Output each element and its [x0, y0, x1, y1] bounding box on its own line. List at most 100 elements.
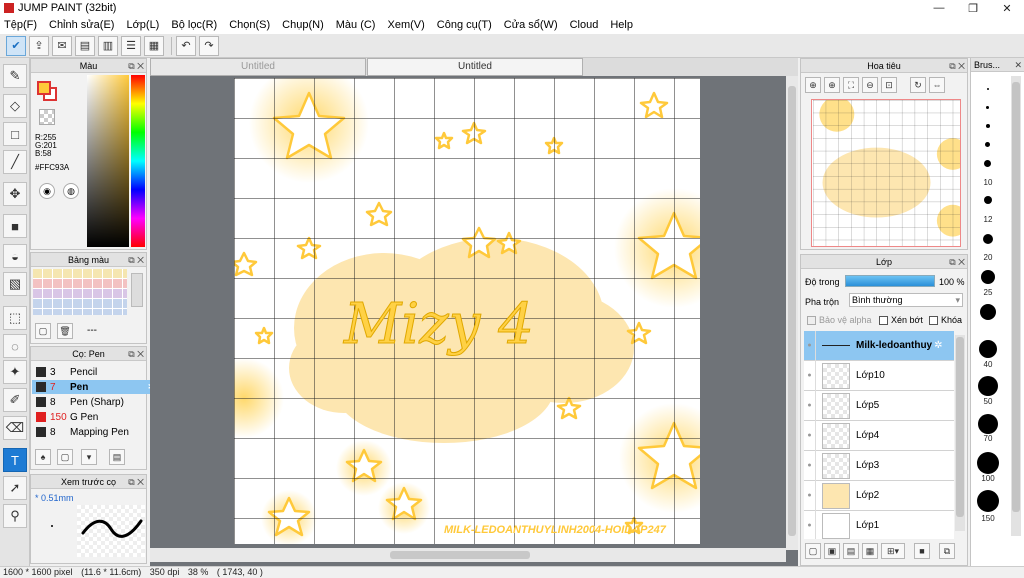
operation-tool-icon[interactable]: ➚ — [3, 476, 27, 500]
layer-row-4[interactable]: ● Lớp4 — [804, 420, 954, 451]
rectangle-tool-icon[interactable]: □ — [3, 122, 27, 146]
brush-item-pen[interactable]: 7Pen✲ — [32, 380, 160, 394]
zoom-out-icon[interactable]: ⊖ — [862, 77, 878, 93]
visibility-icon[interactable]: ● — [804, 480, 816, 511]
brush-item-pencil[interactable]: 3 Pencil — [32, 365, 160, 379]
menu-capture[interactable]: Chụp(N) — [282, 19, 324, 31]
menu-view[interactable]: Xem(V) — [387, 19, 424, 31]
undo-icon[interactable]: ↶ — [176, 35, 196, 56]
panel-close[interactable]: ✕ — [1014, 58, 1022, 72]
panel-buttons[interactable]: ⧉ ✕ — [949, 59, 965, 73]
check-icon[interactable]: ✔ — [6, 35, 26, 56]
list-icon[interactable]: ☰ — [121, 35, 141, 56]
brush-settings-icon[interactable]: ▤ — [109, 449, 125, 465]
close-button[interactable]: ✕ — [990, 2, 1024, 15]
foreground-color-swatch[interactable] — [37, 81, 51, 95]
canvas-horizontal-scrollbar[interactable] — [150, 548, 786, 562]
flip-icon[interactable]: ⇔ — [929, 77, 945, 93]
brush-size-dot[interactable] — [984, 160, 991, 167]
panel-buttons[interactable]: ⧉ ✕ — [128, 253, 144, 267]
magic-wand-icon[interactable]: ✦ — [3, 360, 27, 384]
menu-color[interactable]: Màu (C) — [336, 19, 376, 31]
grid-settings-icon[interactable]: ▦ — [144, 35, 164, 56]
brush-item-pen-sharp[interactable]: 8 Pen (Sharp) — [32, 395, 160, 409]
layer-add-menu-icon[interactable]: ⊞▾ — [881, 543, 905, 559]
comment-icon[interactable]: ✉ — [52, 35, 72, 56]
delete-palette-icon[interactable]: 🗑 — [57, 323, 73, 339]
menu-filter[interactable]: Bộ lọc(R) — [171, 19, 217, 31]
menu-edit[interactable]: Chỉnh sửa(E) — [49, 19, 114, 31]
blend-mode-select[interactable]: Bình thường ▾ — [849, 293, 963, 307]
clip-option[interactable]: Xén bớt — [879, 315, 923, 325]
brush-size-dot[interactable] — [983, 234, 993, 244]
visibility-icon[interactable]: ● — [804, 510, 816, 539]
select-eraser-icon[interactable]: ⌫ — [3, 416, 27, 440]
redo-icon[interactable]: ↷ — [199, 35, 219, 56]
maximize-button[interactable]: ❐ — [956, 2, 990, 15]
layer-scroll-thumb[interactable] — [956, 337, 964, 517]
document-icon[interactable]: ▥ — [98, 35, 118, 56]
brush-size-dot[interactable] — [981, 270, 995, 284]
visibility-icon[interactable]: ● — [804, 390, 816, 421]
brush-size-dot[interactable] — [986, 124, 990, 128]
panel-buttons[interactable]: ⧉ ✕ — [128, 475, 144, 489]
layer-row-5[interactable]: ● Lớp5 — [804, 390, 954, 421]
new-halftone-layer-icon[interactable]: ▦ — [862, 543, 878, 559]
drawing-canvas[interactable]: Mizy 4 MILK-LEDOANTHUYLINH2004-HOIDAP247 — [234, 78, 700, 544]
hue-slider[interactable] — [131, 75, 145, 247]
brush-size-dot[interactable] — [986, 106, 989, 109]
menu-cloud[interactable]: Cloud — [570, 19, 599, 31]
menu-layer[interactable]: Lớp(L) — [126, 19, 159, 31]
brush-size-scroll-thumb[interactable] — [1012, 82, 1020, 512]
navigator-thumbnail[interactable] — [811, 99, 961, 247]
tab-untitled-2[interactable]: Untitled — [367, 58, 583, 76]
brush-size-dot[interactable] — [984, 196, 992, 204]
bucket-tool-icon[interactable]: ◒ — [3, 244, 27, 268]
clip-checkbox[interactable] — [879, 315, 888, 325]
visibility-icon[interactable]: ● — [804, 420, 816, 451]
menu-tools[interactable]: Công cụ(T) — [437, 19, 492, 31]
layer-row-1[interactable]: ● Lớp1 — [804, 510, 954, 539]
message-icon[interactable]: ▤ — [75, 35, 95, 56]
brush-size-dot[interactable] — [978, 376, 998, 396]
menu-help[interactable]: Help — [610, 19, 633, 31]
duplicate-layer-icon[interactable]: ⧉ — [939, 543, 955, 559]
palette-grid[interactable] — [33, 269, 127, 315]
brush-item-mapping-pen[interactable]: 8 Mapping Pen — [32, 425, 160, 439]
brush-size-dot[interactable] — [985, 142, 990, 147]
select-pen-icon[interactable]: ✐ — [3, 388, 27, 412]
rect-select-icon[interactable]: ⬚ — [3, 306, 27, 330]
color-dropper-icon[interactable]: ◉ — [39, 183, 55, 199]
brush-size-dot[interactable] — [979, 340, 997, 358]
eraser-tool-icon[interactable]: ◇ — [3, 94, 27, 118]
palette-scrollbar[interactable] — [131, 273, 143, 307]
layer-row-2[interactable]: ● Lớp2 — [804, 480, 954, 511]
opacity-slider[interactable] — [845, 275, 935, 287]
brush-stamp-icon[interactable]: ♠ — [35, 449, 51, 465]
visibility-icon[interactable]: ● — [804, 450, 816, 481]
new-8bit-layer-icon[interactable]: ▣ — [824, 543, 840, 559]
menu-file[interactable]: Tệp(F) — [4, 19, 37, 31]
zoom-fit-icon[interactable]: ⊕ — [805, 77, 821, 93]
layer-row-10[interactable]: ● Lớp10 — [804, 360, 954, 391]
protect-alpha-checkbox[interactable] — [807, 315, 816, 325]
zoom-reset-icon[interactable]: ⊡ — [881, 77, 897, 93]
brush-size-dot[interactable] — [977, 490, 999, 512]
zoom-actual-icon[interactable]: ⛶ — [843, 77, 859, 93]
line-tool-icon[interactable]: ╱ — [3, 150, 27, 174]
canvas-vertical-scrollbar[interactable] — [786, 76, 798, 550]
layer-scrollbar[interactable] — [955, 335, 965, 531]
panel-buttons[interactable]: ⧉ ✕ — [949, 255, 965, 269]
lock-option[interactable]: Khóa — [929, 315, 962, 325]
share-icon[interactable]: ⇪ — [29, 35, 49, 56]
lock-checkbox[interactable] — [929, 315, 938, 325]
text-tool-icon[interactable]: T — [3, 448, 27, 472]
new-layer-icon[interactable]: ▢ — [805, 543, 821, 559]
brush-tool-icon[interactable]: ✎ — [3, 64, 27, 88]
visibility-icon[interactable]: ● — [804, 360, 816, 391]
new-1bit-layer-icon[interactable]: ▤ — [843, 543, 859, 559]
gradient-tool-icon[interactable]: ▧ — [3, 272, 27, 296]
rotate-icon[interactable]: ↻ — [910, 77, 926, 93]
panel-buttons[interactable]: ⧉ ✕ — [128, 59, 144, 73]
saturation-value-picker[interactable] — [87, 75, 129, 247]
